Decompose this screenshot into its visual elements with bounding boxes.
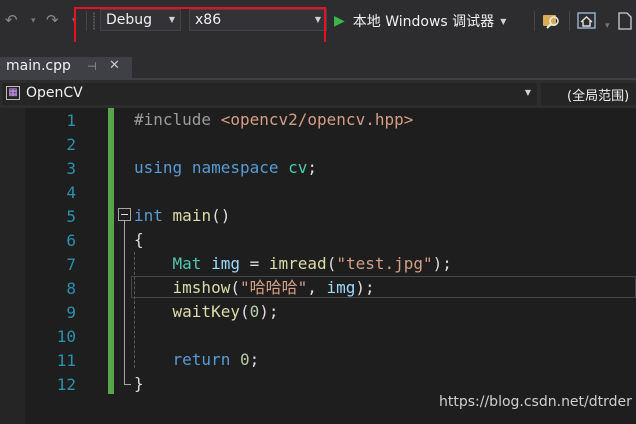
tab-main-cpp[interactable]: main.cpp ⊣ ✕ xyxy=(0,57,132,78)
class-icon: ▦ xyxy=(6,86,20,100)
play-icon: ▶ xyxy=(334,13,345,29)
platform-value: x86 xyxy=(195,12,222,28)
chevron-down-icon: ▼ xyxy=(168,15,175,24)
home-icon[interactable] xyxy=(577,12,597,30)
project-dropdown[interactable]: ▦ OpenCV ▼ xyxy=(2,83,537,105)
selection-margin[interactable] xyxy=(0,108,25,424)
find-icon[interactable] xyxy=(542,11,562,31)
code-line-12: } xyxy=(134,374,144,393)
toolbar-separator xyxy=(569,11,570,31)
code-line-3: using namespace cv; xyxy=(134,158,318,177)
code-line-8: imshow("哈哈哈", img); xyxy=(172,278,375,297)
toolbar: ↶ ▾ ↷ ▾ Debug ▼ x86 ▼ ▶ 本地 Windows 调试器 ▼… xyxy=(0,0,636,42)
line-number: 4 xyxy=(66,183,76,202)
line-number: 7 xyxy=(66,255,76,274)
line-number: 5 xyxy=(66,207,76,226)
change-tracking-bar xyxy=(108,108,114,394)
line-number: 2 xyxy=(66,135,76,154)
line-number: 3 xyxy=(66,159,76,178)
line-number: 11 xyxy=(56,351,76,370)
project-name: OpenCV xyxy=(26,85,83,101)
chevron-down-icon: ▼ xyxy=(314,15,321,24)
outline-line xyxy=(124,221,125,385)
code-line-5: int main() xyxy=(134,206,231,225)
outline-end xyxy=(124,384,131,385)
code-editor[interactable]: 1 2 3 4 5 6 7 8 9 10 11 12 #include <ope… xyxy=(0,108,636,424)
redo-dropdown-icon[interactable]: ▾ xyxy=(72,17,77,26)
code-line-11: return 0; xyxy=(172,350,260,369)
navigation-bar: ▦ OpenCV ▼ (全局范围) xyxy=(0,80,636,108)
chevron-down-icon[interactable]: ▾ xyxy=(605,22,610,31)
code-line-7: Mat img = imread("test.jpg"); xyxy=(172,254,452,273)
scope-dropdown[interactable]: (全局范围) xyxy=(541,83,636,105)
document-tab-strip: main.cpp ⊣ ✕ xyxy=(0,42,636,78)
scope-name: (全局范围) xyxy=(567,89,630,104)
line-number: 9 xyxy=(66,303,76,322)
toolbar-grip[interactable] xyxy=(93,12,95,30)
configuration-value: Debug xyxy=(106,12,153,28)
line-number: 12 xyxy=(56,375,76,394)
code-line-6: { xyxy=(134,230,144,249)
tab-filename: main.cpp xyxy=(6,58,71,74)
undo-dropdown-icon[interactable]: ▾ xyxy=(31,17,36,26)
toolbar-separator xyxy=(86,11,87,31)
chevron-down-icon[interactable]: ▼ xyxy=(500,17,506,26)
chevron-down-icon: ▼ xyxy=(524,88,531,97)
configuration-dropdown[interactable]: Debug ▼ xyxy=(100,9,181,31)
line-number: 8 xyxy=(66,279,76,298)
close-icon[interactable]: ✕ xyxy=(109,58,120,73)
redo-icon[interactable]: ↷ xyxy=(46,13,59,28)
file-icon[interactable] xyxy=(617,12,633,30)
run-button-label: 本地 Windows 调试器 xyxy=(352,14,495,30)
start-debugging-button[interactable]: ▶ 本地 Windows 调试器 ▼ xyxy=(334,9,506,33)
line-number: 1 xyxy=(66,111,76,130)
code-line-9: waitKey(0); xyxy=(172,302,279,321)
line-number: 6 xyxy=(66,231,76,250)
toolbar-separator xyxy=(534,11,535,31)
code-line-1: #include <opencv2/opencv.hpp> xyxy=(134,110,414,129)
line-number: 10 xyxy=(56,327,76,346)
undo-icon[interactable]: ↶ xyxy=(5,13,18,28)
pin-icon[interactable]: ⊣ xyxy=(87,60,97,73)
watermark: https://blog.csdn.net/dtrder xyxy=(439,394,632,410)
collapse-icon[interactable] xyxy=(118,208,131,221)
platform-dropdown[interactable]: x86 ▼ xyxy=(189,9,327,31)
